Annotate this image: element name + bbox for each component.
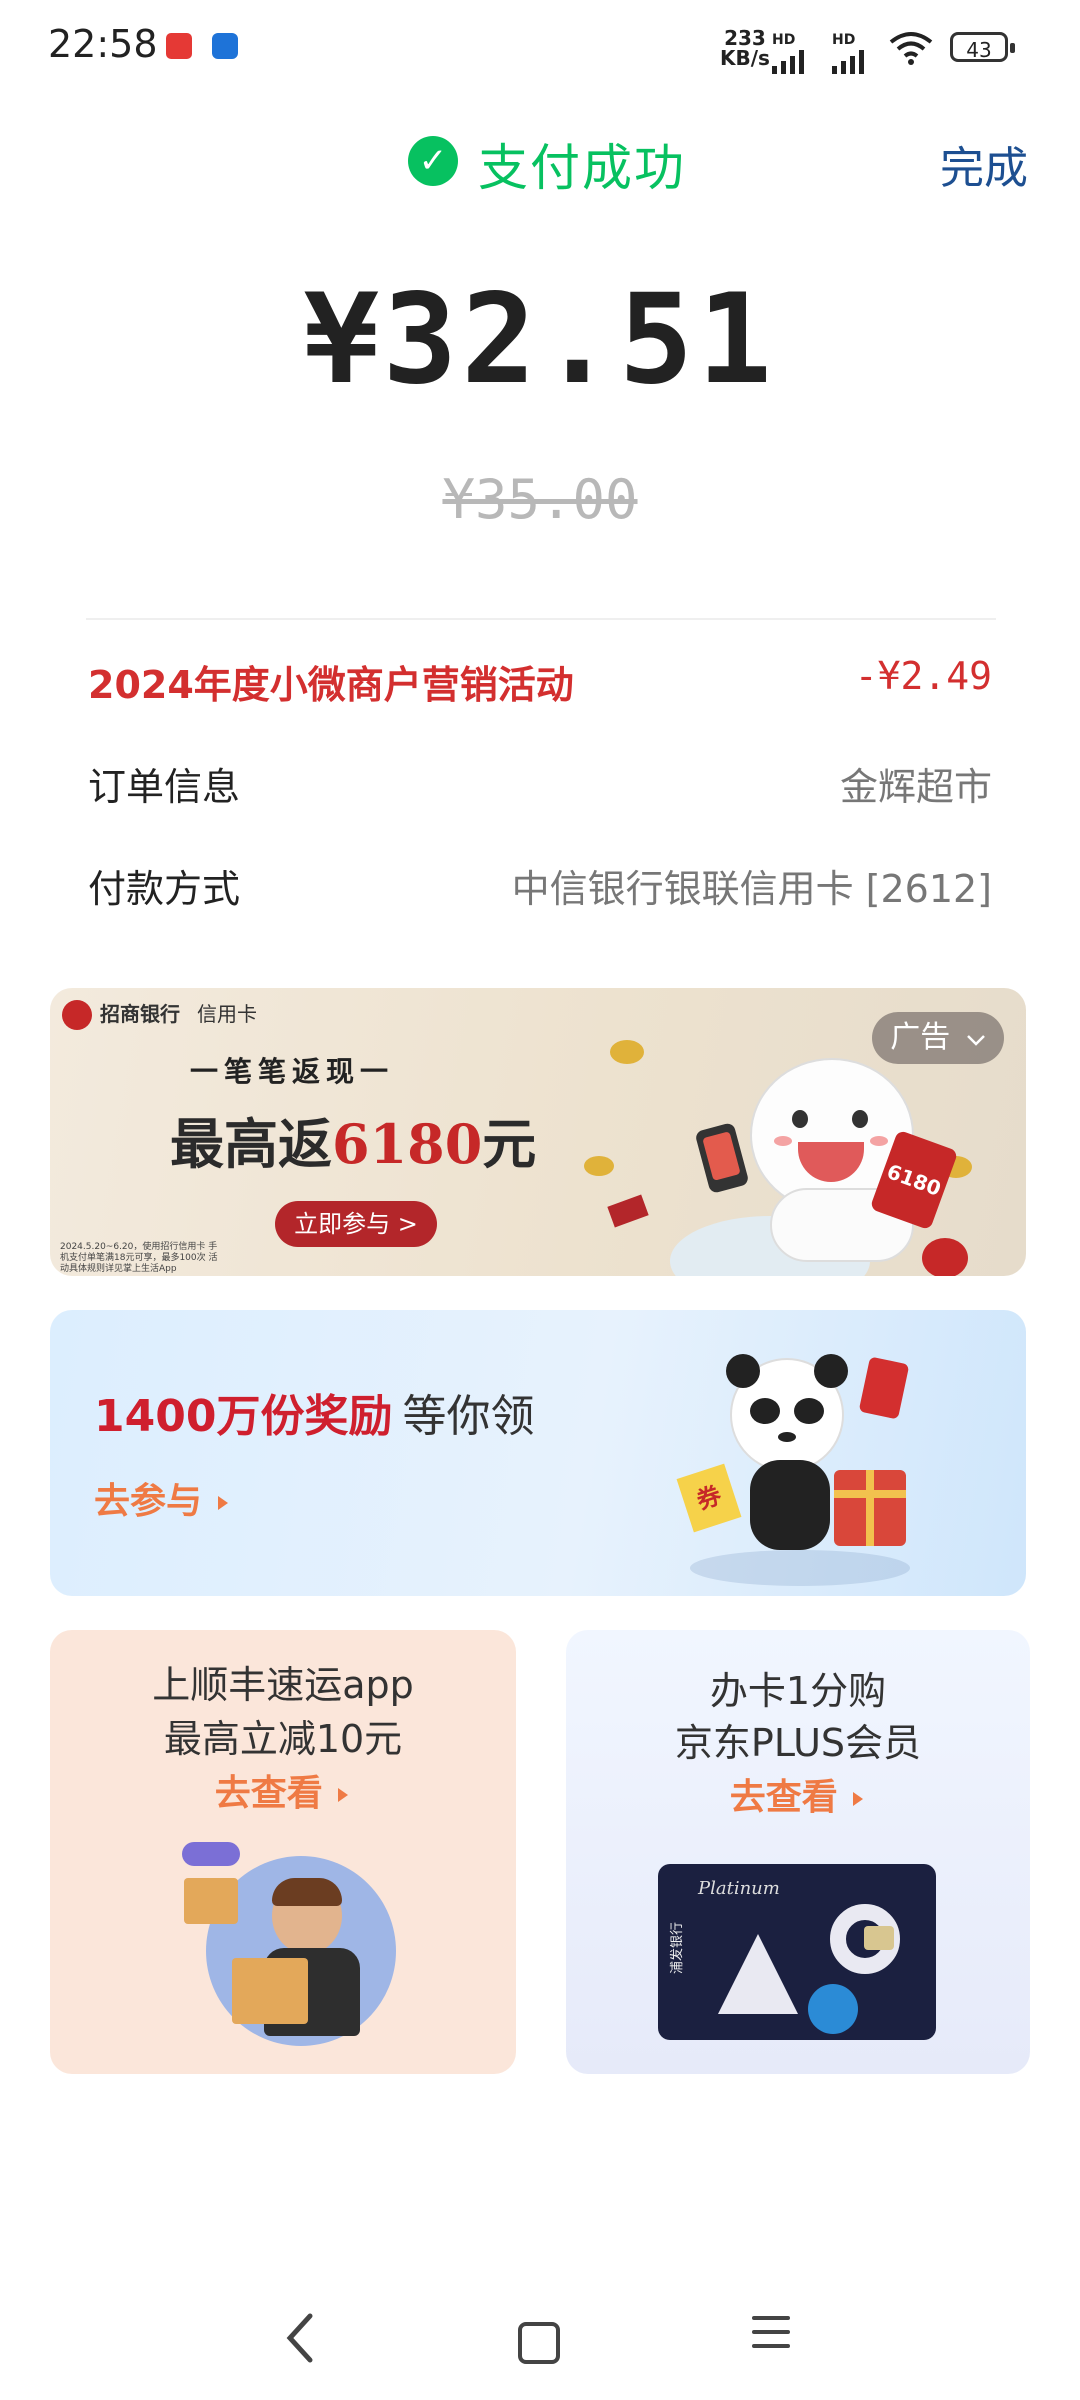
home-button[interactable] xyxy=(518,2322,560,2364)
recent-apps-button[interactable] xyxy=(752,2316,790,2358)
ad-headline: 最高返6180元 xyxy=(170,1112,537,1176)
shadow xyxy=(690,1550,910,1586)
divider xyxy=(86,618,996,620)
done-button[interactable]: 完成 xyxy=(940,132,1028,196)
coupon-icon: 券 xyxy=(676,1463,742,1533)
view-link[interactable]: 去查看 xyxy=(50,1764,516,1816)
signal-icon: HD xyxy=(772,32,812,78)
status-bar: 22:58 233 KB/s HD HD 43 xyxy=(0,0,1080,96)
promotion-discount: -¥2.49 xyxy=(854,654,992,698)
signal-icon: HD xyxy=(832,32,872,78)
coin-icon xyxy=(610,1040,644,1064)
triangle-right-icon xyxy=(853,1792,864,1806)
ad-options-button[interactable]: 广告 xyxy=(872,1012,1004,1064)
card-line2: 京东PLUS会员 xyxy=(674,1721,922,1765)
paid-amount: ¥32.51 xyxy=(304,268,776,412)
bank-logo-text: 招商银行 信用卡 xyxy=(100,1002,257,1026)
chevron-left-icon xyxy=(286,2313,313,2363)
payment-method-label: 付款方式 xyxy=(88,867,241,911)
promo-card-sf-express[interactable]: 上顺丰速运app 最高立减10元 去查看 xyxy=(50,1630,516,2074)
participate-link[interactable]: 去参与 xyxy=(94,1472,231,1524)
triangle-right-icon xyxy=(217,1496,228,1510)
gift-box-icon xyxy=(834,1470,906,1546)
order-info-label: 订单信息 xyxy=(88,765,241,809)
chevron-down-icon xyxy=(966,1035,985,1046)
red-envelope-icon xyxy=(858,1356,910,1420)
promotion-label: 2024年度小微商户营销活动 xyxy=(88,663,574,707)
drone-icon xyxy=(182,1842,240,1866)
chip-icon xyxy=(864,1926,894,1950)
package-icon xyxy=(184,1878,238,1924)
wifi-icon xyxy=(889,32,933,65)
red-envelope-icon xyxy=(607,1194,649,1228)
notification-app-icon xyxy=(212,33,238,59)
ad-banner-cmb[interactable]: 招商银行 信用卡 一笔笔返现一 最高返6180元 立即参与 > 2024.5.2… xyxy=(50,988,1026,1276)
panda-mascot xyxy=(726,1354,848,1472)
panda-body xyxy=(750,1460,830,1550)
triangle-right-icon xyxy=(338,1788,349,1802)
network-speed: 233 KB/s xyxy=(720,28,770,68)
ad-subtitle: 一笔笔返现一 xyxy=(190,1055,395,1088)
package-icon xyxy=(232,1958,308,2024)
view-link[interactable]: 去查看 xyxy=(566,1768,1030,1820)
page-title: 支付成功 xyxy=(478,139,686,197)
battery-icon: 43 xyxy=(950,32,1015,62)
ad-fine-print: 2024.5.20~6.20，使用招行信用卡 手机支付单笔满18元可享，最多10… xyxy=(60,1242,218,1274)
coin-icon xyxy=(584,1156,614,1176)
back-button[interactable] xyxy=(280,2310,320,2379)
notification-app-icon xyxy=(166,33,192,59)
courier-head xyxy=(272,1878,342,1954)
gift-pot-icon xyxy=(922,1238,968,1276)
card-line1: 办卡1分购 xyxy=(709,1669,887,1713)
phone-icon xyxy=(694,1121,750,1195)
original-amount: ¥35.00 xyxy=(442,468,638,531)
clock: 22:58 xyxy=(48,22,158,66)
reward-title: 1400万份奖励 等你领 xyxy=(94,1391,535,1442)
promo-card-jd-plus[interactable]: 办卡1分购 京东PLUS会员 去查看 Platinum 浦发银行 xyxy=(566,1630,1030,2074)
network-speed-unit: KB/s xyxy=(720,46,770,70)
bank-logo-icon xyxy=(62,1000,92,1030)
payment-method-value: 中信银行银联信用卡 [2612] xyxy=(511,867,992,911)
network-speed-value: 233 xyxy=(724,26,766,50)
card-line2: 最高立减10元 xyxy=(163,1717,403,1761)
merchant-name[interactable]: 金辉超市 xyxy=(840,756,992,811)
check-circle-icon: ✓ xyxy=(408,136,458,186)
reward-banner[interactable]: 1400万份奖励 等你领 去参与 券 xyxy=(50,1310,1026,1596)
join-now-button[interactable]: 立即参与 > xyxy=(275,1201,437,1247)
credit-card-image: Platinum 浦发银行 xyxy=(658,1864,936,2040)
card-line1: 上顺丰速运app xyxy=(152,1663,414,1707)
